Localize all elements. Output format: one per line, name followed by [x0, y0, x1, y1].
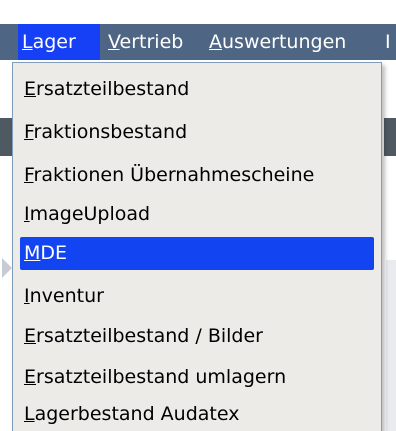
menu-item-label: raktionsbestand — [33, 121, 188, 143]
expand-arrow-icon — [2, 258, 12, 278]
screenshot-stage: Lager Vertrieb Auswertungen I Ersatzteil… — [0, 0, 396, 431]
menu-item-mnemonic: L — [24, 403, 35, 425]
menubar-item-mnemonic: A — [209, 31, 222, 53]
menu-item-ersatzteilbestand-bilder[interactable]: Ersatzteilbestand / Bilder — [20, 320, 374, 353]
menu-item-mnemonic: M — [24, 242, 41, 264]
background-panel-edge — [386, 260, 396, 431]
menu-item-label: nventur — [29, 285, 104, 307]
menubar-item-vertrieb[interactable]: Vertrieb — [104, 24, 187, 60]
menubar-item-mnemonic: L — [22, 31, 33, 53]
menubar-item-label: ertrieb — [119, 31, 184, 53]
menu-item-ersatzteilbestand-umlagern[interactable]: Ersatzteilbestand umlagern — [20, 361, 374, 394]
menu-item-ersatzteilbestand[interactable]: Ersatzteilbestand — [20, 73, 374, 106]
background-toolbar-right — [384, 118, 396, 156]
menu-item-label: agerbestand Audatex — [34, 403, 240, 425]
menubar-item-label: I — [385, 31, 391, 53]
menu-item-mnemonic: E — [24, 325, 37, 347]
menu-item-imageupload[interactable]: ImageUpload — [20, 198, 374, 231]
menu-item-label: rsatzteilbestand / Bilder — [36, 325, 263, 347]
menu-item-mde[interactable]: MDE — [20, 237, 374, 270]
menu-item-lagerbestand-audatex[interactable]: Lagerbestand Audatex — [20, 398, 374, 431]
menubar-item-cutoff[interactable]: I — [384, 24, 392, 60]
menu-item-label: mageUpload — [29, 203, 151, 225]
menu-item-label: raktionen Übernahmescheine — [33, 164, 315, 186]
menubar-item-lager[interactable]: Lager — [18, 24, 100, 60]
menu-item-inventur[interactable]: Inventur — [20, 280, 374, 313]
menubar: Lager Vertrieb Auswertungen I — [0, 24, 396, 60]
menubar-item-label: ager — [32, 31, 76, 53]
menu-item-fraktionsbestand[interactable]: Fraktionsbestand — [20, 116, 374, 149]
menu-item-mnemonic: E — [24, 78, 37, 100]
menu-item-mnemonic: F — [24, 121, 34, 143]
lager-dropdown-menu: Ersatzteilbestand Fraktionsbestand Frakt… — [12, 62, 382, 431]
menu-item-label: rsatzteilbestand umlagern — [36, 366, 287, 388]
menu-item-label: DE — [40, 242, 68, 264]
menu-item-fraktionen-uebernahmescheine[interactable]: Fraktionen Übernahmescheine — [20, 159, 374, 192]
menubar-item-mnemonic: V — [108, 31, 120, 53]
menubar-item-label: uswertungen — [222, 31, 347, 53]
menu-item-mnemonic: E — [24, 366, 37, 388]
menu-item-label: rsatzteilbestand — [36, 78, 190, 100]
menu-item-mnemonic: F — [24, 164, 34, 186]
menubar-item-auswertungen[interactable]: Auswertungen — [205, 24, 350, 60]
